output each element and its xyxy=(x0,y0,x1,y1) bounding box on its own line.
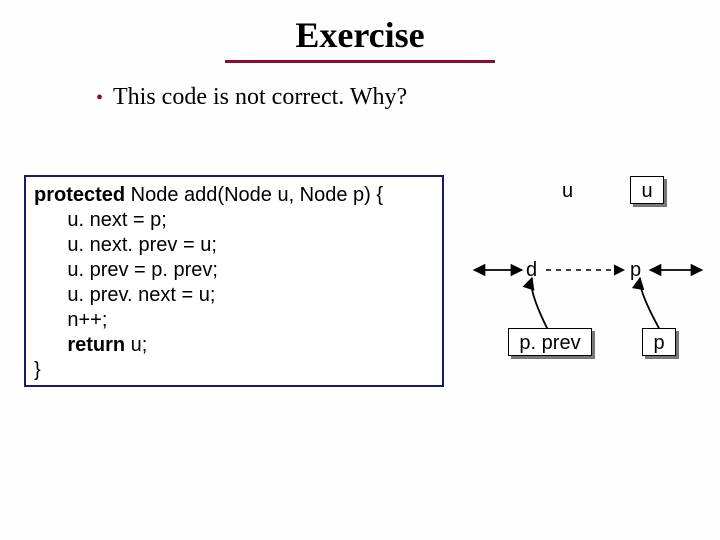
code-l1: u. next = p; xyxy=(34,209,167,231)
slide: Exercise • This code is not correct. Why?… xyxy=(0,0,720,540)
diagram: u u d p p. prev p xyxy=(470,170,710,400)
label-d: d xyxy=(526,259,537,282)
code-l4: u. prev. next = u; xyxy=(34,284,215,306)
bullet-row: • This code is not correct. Why? xyxy=(96,84,407,111)
code-l2: u. next. prev = u; xyxy=(34,234,217,256)
bullet-icon: • xyxy=(96,87,103,110)
box-pprev: p. prev xyxy=(508,328,592,356)
kw-protected: protected xyxy=(34,184,125,206)
box-p: p xyxy=(642,328,676,356)
code-end: } xyxy=(34,359,41,381)
code-l5: n++; xyxy=(34,309,107,331)
title-underline xyxy=(225,60,495,63)
code-l3: u. prev = p. prev; xyxy=(34,259,218,281)
label-u-left: u xyxy=(562,180,573,203)
sig-rest: Node add(Node u, Node p) { xyxy=(125,184,383,206)
box-u: u xyxy=(630,176,664,204)
kw-return: return xyxy=(34,334,125,356)
label-p-mid: p xyxy=(630,259,641,282)
diagram-arrows xyxy=(470,170,710,400)
bullet-text: This code is not correct. Why? xyxy=(113,84,407,110)
title-wrap: Exercise xyxy=(0,14,720,63)
code-box: protected Node add(Node u, Node p) { u. … xyxy=(24,175,444,387)
slide-title: Exercise xyxy=(287,14,432,58)
ret-rest: u; xyxy=(125,334,147,356)
